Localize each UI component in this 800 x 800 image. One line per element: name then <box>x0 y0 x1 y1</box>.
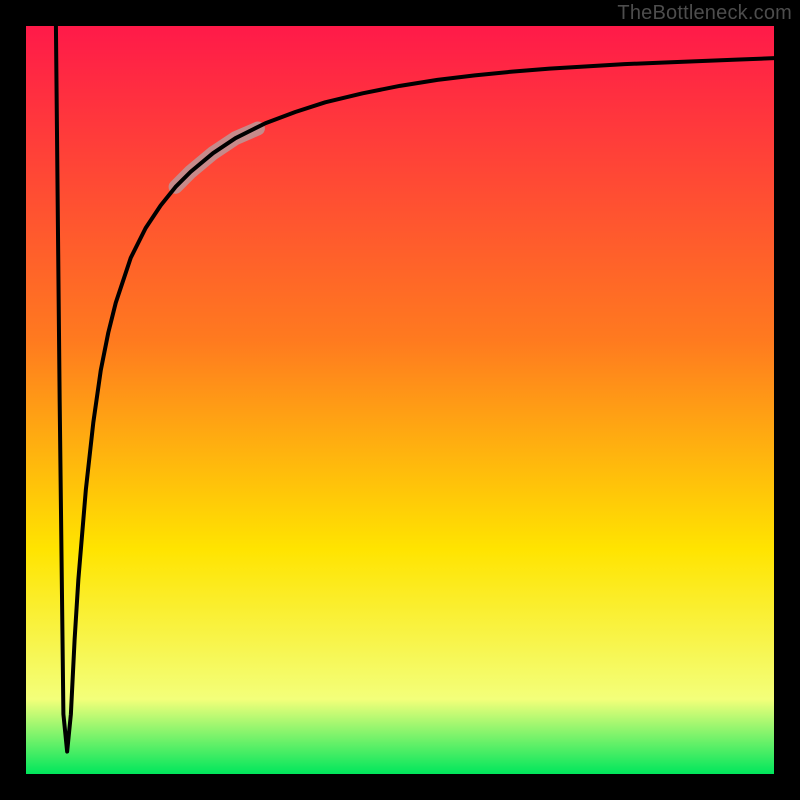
watermark-text: TheBottleneck.com <box>617 2 792 25</box>
plot-area <box>26 26 774 774</box>
frame-left <box>0 0 26 800</box>
frame-bottom <box>0 774 800 800</box>
gradient-background <box>26 26 774 774</box>
plot-svg <box>26 26 774 774</box>
frame-right <box>774 0 800 800</box>
chart-stage: TheBottleneck.com <box>0 0 800 800</box>
